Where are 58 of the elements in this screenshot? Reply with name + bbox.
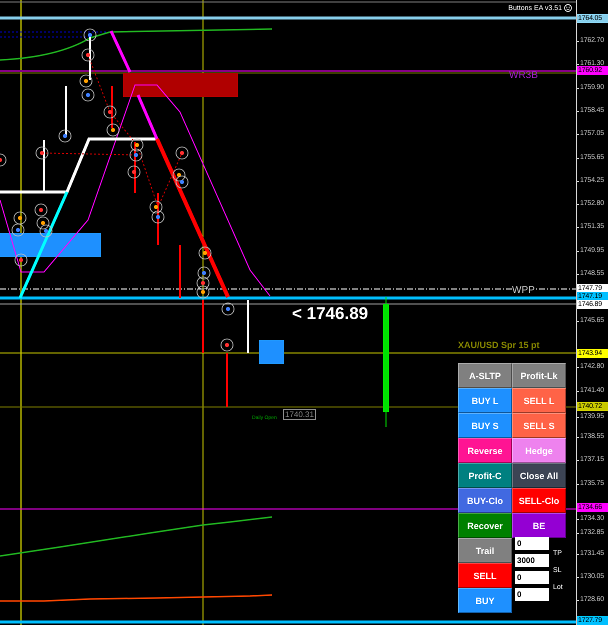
trade-button[interactable]: SELL S bbox=[512, 413, 566, 438]
trade-marker bbox=[36, 216, 50, 230]
trade-marker bbox=[196, 286, 210, 298]
trade-marker bbox=[176, 146, 188, 160]
trade-button[interactable]: SELL-Clo bbox=[512, 488, 566, 513]
trade-marker bbox=[80, 74, 92, 88]
trade-button[interactable]: BUY L bbox=[458, 388, 512, 413]
trade-button[interactable]: BUY-Clo bbox=[458, 488, 512, 513]
trade-marker bbox=[12, 224, 24, 236]
trade-marker bbox=[130, 138, 144, 152]
trade-marker bbox=[14, 254, 28, 266]
trade-button[interactable]: Close All bbox=[512, 463, 566, 488]
chart-label: XAU/USD Spr 15 pt bbox=[458, 340, 540, 350]
trade-marker bbox=[40, 224, 52, 238]
trade-button[interactable]: Profit-Lk bbox=[512, 363, 566, 388]
trade-marker bbox=[196, 276, 210, 290]
trade-button[interactable]: BUY bbox=[458, 588, 512, 613]
trade-marker bbox=[172, 168, 186, 182]
trade-button[interactable]: Recover bbox=[458, 513, 512, 538]
square-marker bbox=[259, 340, 284, 364]
smiley-icon bbox=[564, 4, 572, 12]
chart-label: < 1746.89 bbox=[292, 304, 368, 324]
trade-marker bbox=[34, 204, 48, 216]
trade-button[interactable]: Hedge bbox=[512, 438, 566, 463]
input-field[interactable]: 0 bbox=[515, 571, 549, 584]
trade-marker bbox=[58, 130, 72, 142]
trade-button[interactable]: Profit-C bbox=[458, 463, 512, 488]
trade-button[interactable]: BE bbox=[512, 513, 566, 538]
trade-marker bbox=[220, 338, 234, 352]
chart-label: WR3B bbox=[509, 70, 538, 81]
trade-marker bbox=[222, 302, 234, 316]
trade-marker bbox=[198, 246, 212, 260]
trade-marker bbox=[152, 210, 164, 224]
trade-marker bbox=[82, 48, 94, 62]
trade-marker bbox=[150, 200, 162, 214]
trade-marker bbox=[84, 28, 96, 42]
trade-marker bbox=[0, 154, 6, 166]
input-field[interactable]: 3000 bbox=[515, 554, 549, 567]
trade-button[interactable]: Reverse bbox=[458, 438, 512, 463]
trade-marker bbox=[176, 176, 188, 188]
trade-marker bbox=[14, 212, 26, 224]
trade-marker bbox=[128, 166, 140, 178]
trade-marker bbox=[106, 124, 120, 136]
trade-button[interactable]: A-SLTP bbox=[458, 363, 512, 388]
input-field[interactable]: 0 bbox=[515, 537, 549, 550]
trade-marker bbox=[198, 266, 210, 280]
trade-button[interactable]: BUY S bbox=[458, 413, 512, 438]
zigzag-line bbox=[110, 30, 132, 73]
trade-button[interactable]: SELL L bbox=[512, 388, 566, 413]
chart-label: WPP bbox=[512, 285, 535, 296]
trade-marker bbox=[130, 148, 142, 162]
trade-button[interactable]: SELL bbox=[458, 563, 512, 588]
chart-label: 1740.31 bbox=[283, 409, 316, 420]
trade-marker bbox=[82, 88, 94, 102]
trade-marker bbox=[104, 106, 116, 118]
trade-marker bbox=[36, 146, 48, 160]
input-field[interactable]: 0 bbox=[515, 588, 549, 601]
trade-button[interactable]: Trail bbox=[458, 538, 512, 563]
